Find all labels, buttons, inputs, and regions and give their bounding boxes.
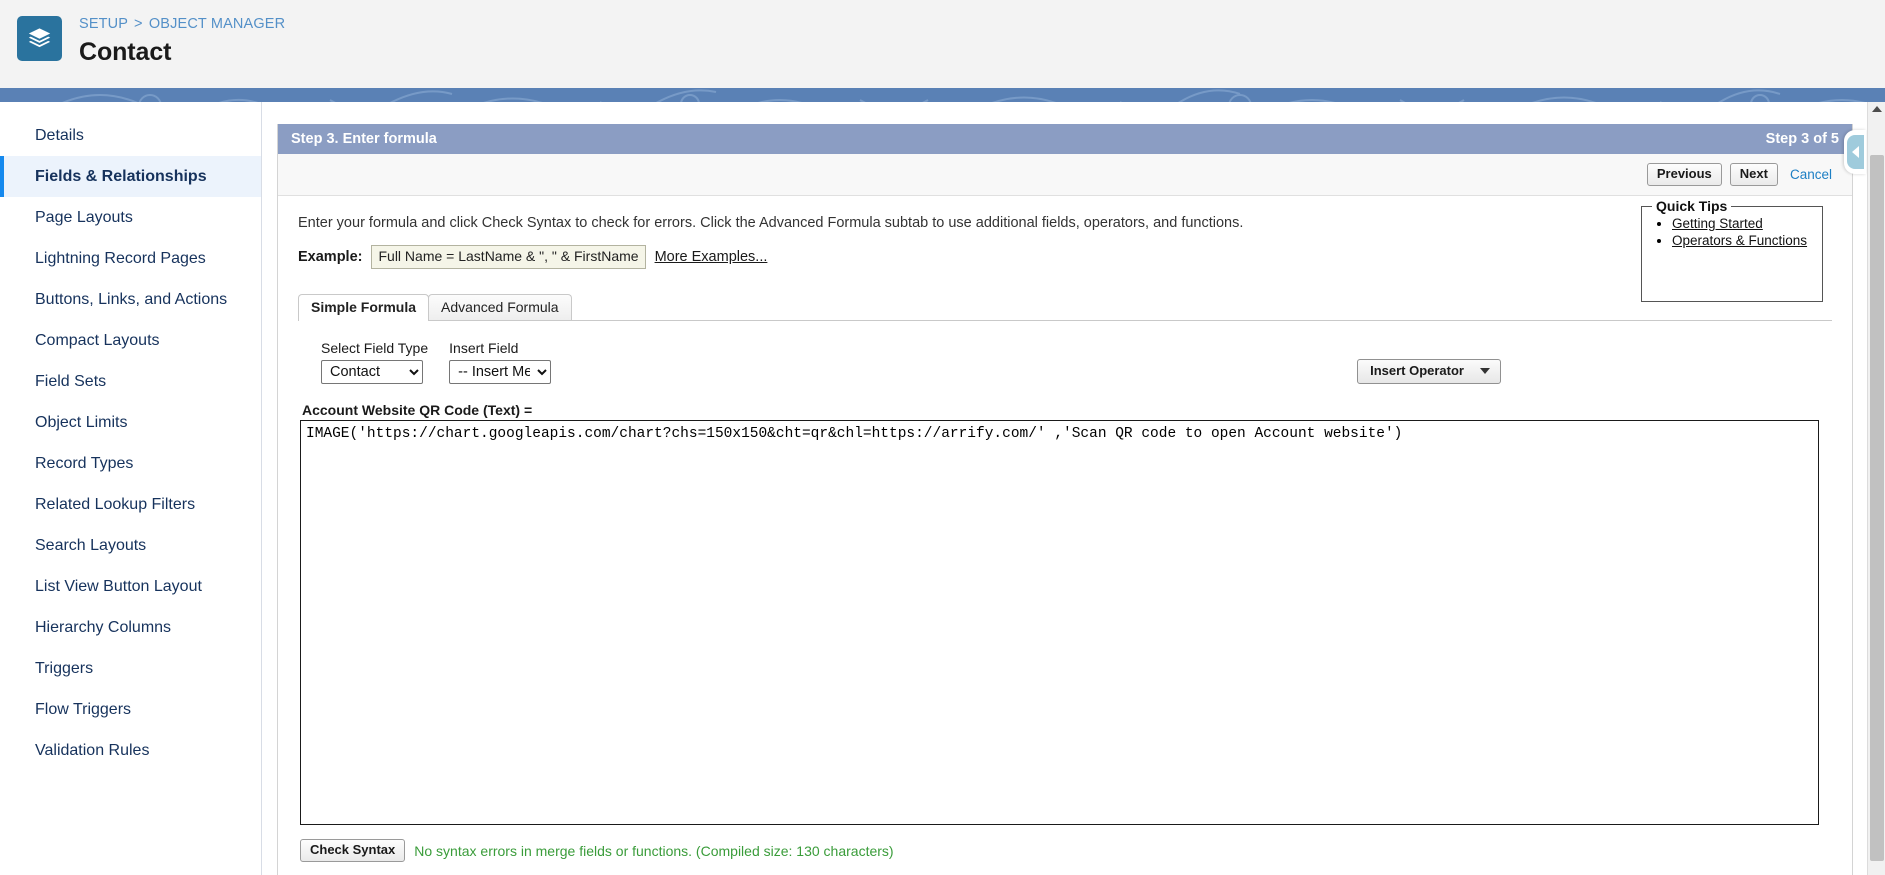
breadcrumb-setup[interactable]: SETUP xyxy=(79,16,128,32)
insert-field-label: Insert Field xyxy=(449,340,519,356)
sidebar-item-object-limits[interactable]: Object Limits xyxy=(0,402,261,443)
example-value: Full Name = LastName & ", " & FirstName xyxy=(371,245,646,269)
tab-simple-formula[interactable]: Simple Formula xyxy=(298,294,430,321)
sidebar-item-label: Record Types xyxy=(35,455,134,472)
sidebar-item-label: Flow Triggers xyxy=(35,701,132,718)
triangle-up-icon[interactable] xyxy=(1872,106,1882,112)
scrollbar-thumb[interactable] xyxy=(1870,155,1884,861)
list-item: Operators & Functions xyxy=(1672,233,1814,249)
sidebar-item-validation-rules[interactable]: Validation Rules xyxy=(0,730,261,771)
main-content: Step 3. Enter formula Step 3 of 5 Previo… xyxy=(263,102,1867,875)
setup-page: SETUP > OBJECT MANAGER Contact Details F… xyxy=(0,0,1885,875)
wizard-step-counter: Step 3 of 5 xyxy=(1765,131,1839,147)
chevron-left-icon xyxy=(1846,135,1864,169)
sidebar-item-flow-triggers[interactable]: Flow Triggers xyxy=(0,689,261,730)
layers-icon xyxy=(17,16,62,61)
sidebar-item-page-layouts[interactable]: Page Layouts xyxy=(0,197,261,238)
decorative-banner xyxy=(0,88,1885,102)
sidebar-item-label: Lightning Record Pages xyxy=(35,250,206,267)
sidebar-item-field-sets[interactable]: Field Sets xyxy=(0,361,261,402)
formula-textarea[interactable]: IMAGE('https://chart.googleapis.com/char… xyxy=(300,420,1819,825)
field-type-select[interactable]: Contact xyxy=(321,360,423,384)
example-row: Example: Full Name = LastName & ", " & F… xyxy=(298,245,1832,269)
more-examples-link[interactable]: More Examples... xyxy=(655,249,768,265)
sidebar-item-label: Object Limits xyxy=(35,414,128,431)
tab-advanced-formula[interactable]: Advanced Formula xyxy=(428,294,572,320)
sidebar-item-label: List View Button Layout xyxy=(35,578,202,595)
quick-tip-operators-functions-link[interactable]: Operators & Functions xyxy=(1672,233,1807,248)
object-nav-sidebar: Details Fields & Relationships Page Layo… xyxy=(0,102,262,875)
sidebar-item-label: Details xyxy=(35,127,84,144)
insert-field-group: Insert Field -- Insert Merge Field -- xyxy=(449,340,552,384)
sidebar-item-list-view-button-layout[interactable]: List View Button Layout xyxy=(0,566,261,607)
instructions-text: Enter your formula and click Check Synta… xyxy=(298,215,1244,231)
sidebar-item-label: Search Layouts xyxy=(35,537,147,554)
formula-subtabs: Simple Formula Advanced Formula xyxy=(298,294,1832,321)
previous-button[interactable]: Previous xyxy=(1646,163,1722,186)
cancel-link[interactable]: Cancel xyxy=(1790,167,1832,182)
sidebar-item-related-lookup-filters[interactable]: Related Lookup Filters xyxy=(0,484,261,525)
sidebar-item-label: Hierarchy Columns xyxy=(35,619,172,636)
syntax-status-message: No syntax errors in merge fields or func… xyxy=(414,842,894,859)
breadcrumb-object-manager[interactable]: OBJECT MANAGER xyxy=(149,16,285,32)
list-item: Getting Started xyxy=(1672,216,1814,232)
example-label: Example: xyxy=(298,249,363,265)
check-syntax-button[interactable]: Check Syntax xyxy=(300,839,406,862)
sidebar-item-search-layouts[interactable]: Search Layouts xyxy=(0,525,261,566)
page-scrollbar[interactable] xyxy=(1867,102,1885,875)
formula-input-wrapper: IMAGE('https://chart.googleapis.com/char… xyxy=(298,420,1832,830)
sidebar-item-lightning-record-pages[interactable]: Lightning Record Pages xyxy=(0,238,261,279)
insert-merge-field-select[interactable]: -- Insert Merge Field -- xyxy=(449,360,552,384)
breadcrumb: SETUP > OBJECT MANAGER xyxy=(79,16,285,32)
sidebar-item-buttons-links-actions[interactable]: Buttons, Links, and Actions xyxy=(0,279,261,320)
quick-tip-getting-started-link[interactable]: Getting Started xyxy=(1672,216,1763,231)
breadcrumb-separator: > xyxy=(134,16,143,32)
field-type-label: Select Field Type xyxy=(321,340,429,356)
field-type-group: Select Field Type Contact xyxy=(321,340,428,384)
sidebar-item-hierarchy-columns[interactable]: Hierarchy Columns xyxy=(0,607,261,648)
sidebar-item-triggers[interactable]: Triggers xyxy=(0,648,261,689)
formula-field-label: Account Website QR Code (Text) = xyxy=(302,402,533,418)
wizard-button-row: Previous Next Cancel xyxy=(278,154,1852,196)
formula-wizard-panel: Step 3. Enter formula Step 3 of 5 Previo… xyxy=(277,124,1853,875)
page-header: SETUP > OBJECT MANAGER Contact xyxy=(0,0,1885,93)
sidebar-item-label: Page Layouts xyxy=(35,209,133,226)
sidebar-item-label: Buttons, Links, and Actions xyxy=(35,291,228,308)
sidebar-item-label: Field Sets xyxy=(35,373,107,390)
insert-operator-label: Insert Operator xyxy=(1370,363,1464,378)
inner-scrollbar[interactable] xyxy=(1833,102,1849,875)
sidebar-item-label: Validation Rules xyxy=(35,742,150,759)
sidebar-item-compact-layouts[interactable]: Compact Layouts xyxy=(0,320,261,361)
quick-tips-list: Getting Started Operators & Functions xyxy=(1650,216,1814,249)
formula-editor-body: Quick Tips Getting Started Operators & F… xyxy=(278,196,1852,875)
sidebar-item-details[interactable]: Details xyxy=(0,115,261,156)
sidebar-item-label: Fields & Relationships xyxy=(35,168,207,185)
wizard-step-header: Step 3. Enter formula Step 3 of 5 xyxy=(278,124,1852,154)
caret-down-icon xyxy=(1480,368,1490,374)
sidebar-item-label: Triggers xyxy=(35,660,94,677)
collapse-panel-button[interactable] xyxy=(1844,130,1866,174)
page-title: Contact xyxy=(79,38,172,66)
sidebar-item-fields-relationships[interactable]: Fields & Relationships xyxy=(0,156,261,197)
field-selector-bar: Select Field Type Contact Insert Field -… xyxy=(298,340,1832,384)
sidebar-item-label: Related Lookup Filters xyxy=(35,496,196,513)
insert-operator-button[interactable]: Insert Operator xyxy=(1357,359,1501,384)
sidebar-item-label: Compact Layouts xyxy=(35,332,160,349)
quick-tips-legend: Quick Tips xyxy=(1656,198,1728,214)
wizard-step-title: Step 3. Enter formula xyxy=(291,131,437,147)
check-syntax-row: Check Syntax No syntax errors in merge f… xyxy=(298,839,1832,875)
next-button[interactable]: Next xyxy=(1729,163,1778,186)
sidebar-item-record-types[interactable]: Record Types xyxy=(0,443,261,484)
quick-tips-box: Quick Tips Getting Started Operators & F… xyxy=(1641,198,1823,302)
